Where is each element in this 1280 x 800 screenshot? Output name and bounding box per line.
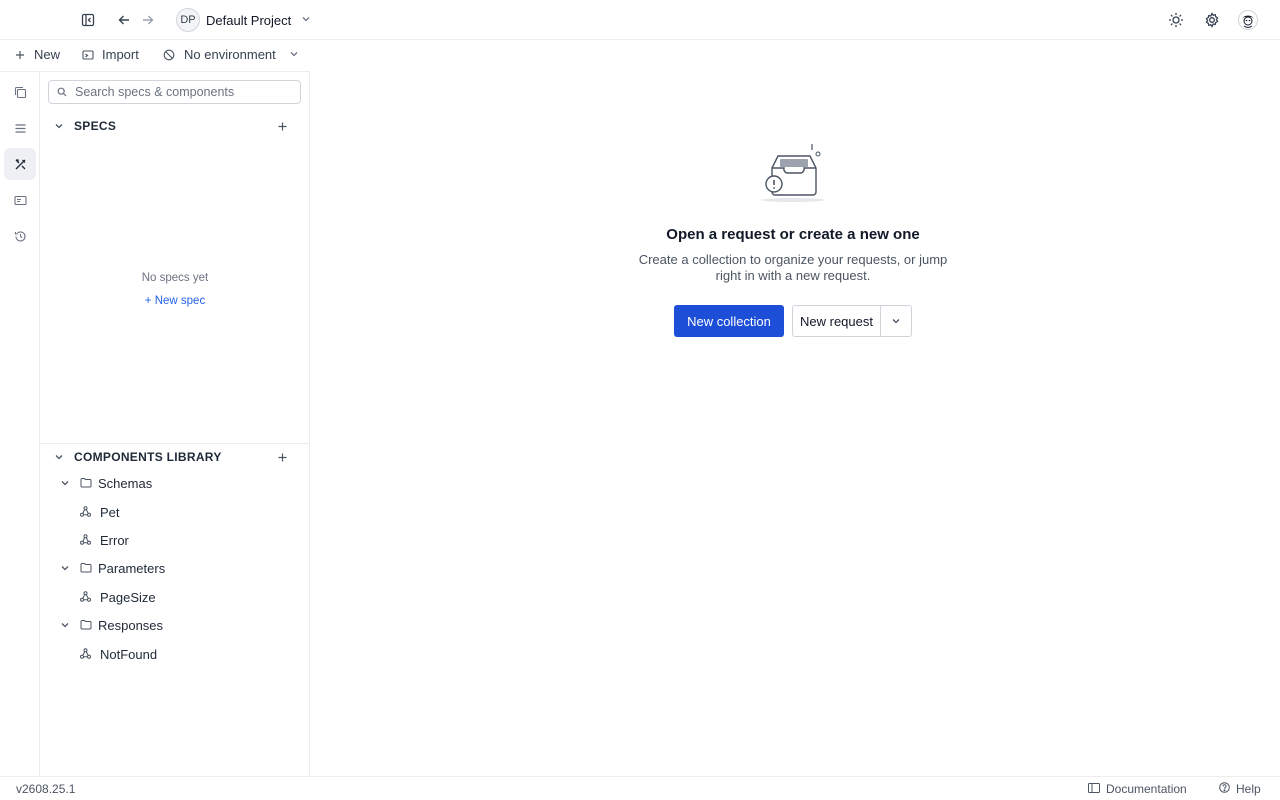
project-avatar: DP (176, 8, 200, 32)
folder-schemas[interactable]: Schemas (40, 470, 310, 496)
folder-label: Responses (98, 617, 164, 633)
environment-label: No environment (184, 47, 276, 62)
help-icon (1219, 782, 1230, 796)
top-bar: DP Default Project (0, 0, 1280, 40)
project-name: Default Project (206, 12, 292, 28)
search-icon (57, 85, 67, 100)
import-icon (82, 49, 94, 61)
settings-gear-icon[interactable] (1202, 10, 1222, 30)
schema-node-icon (80, 533, 91, 548)
project-switcher[interactable]: DP Default Project (176, 7, 311, 33)
help-label: Help (1236, 782, 1261, 796)
add-spec-plus-icon[interactable] (278, 118, 287, 134)
documentation-link[interactable]: Documentation (1088, 782, 1187, 796)
book-icon (1088, 782, 1100, 796)
schema-node-icon (80, 647, 91, 662)
history-icon[interactable] (4, 220, 36, 252)
schema-node-icon (80, 590, 91, 605)
folder-icon (80, 618, 92, 633)
help-link[interactable]: Help (1219, 782, 1261, 796)
import-button[interactable]: Import (82, 47, 139, 62)
collections-icon[interactable] (4, 76, 36, 108)
list-icon[interactable] (4, 112, 36, 144)
component-item[interactable]: PageSize (40, 584, 310, 610)
sidebar-toggle-icon[interactable] (78, 10, 98, 30)
chevron-down-icon (301, 14, 311, 27)
schema-node-icon (80, 505, 91, 520)
environment-select[interactable]: No environment (163, 47, 299, 62)
no-specs-text: No specs yet (141, 272, 209, 284)
activity-rail (0, 72, 40, 776)
components-section-header[interactable]: COMPONENTS LIBRARY (40, 443, 310, 471)
main-empty-state: Open a request or create a new one Creat… (310, 40, 1280, 776)
component-item[interactable]: Pet (40, 499, 310, 525)
folder-icon (80, 561, 92, 576)
new-button[interactable]: New (14, 47, 60, 62)
plus-icon (14, 50, 26, 60)
chevron-down-icon[interactable] (60, 618, 70, 633)
components-title: COMPONENTS LIBRARY (74, 450, 222, 464)
search-input[interactable] (75, 85, 285, 99)
new-spec-link[interactable]: + New spec (40, 295, 310, 307)
import-label: Import (102, 47, 139, 62)
new-collection-button[interactable]: New collection (674, 305, 784, 337)
folder-label: Parameters (98, 560, 166, 576)
empty-inbox-illustration-icon (760, 142, 830, 206)
search-box[interactable] (48, 80, 301, 104)
chevron-down-icon[interactable] (60, 476, 70, 491)
folder-label: Schemas (98, 475, 153, 491)
chevron-down-icon[interactable] (60, 561, 70, 576)
sidebar-toolbar: New Import No environment (0, 40, 310, 72)
add-component-plus-icon[interactable] (278, 449, 287, 465)
forward-arrow-icon[interactable] (138, 10, 158, 30)
new-request-button[interactable]: New request (793, 306, 881, 336)
component-item[interactable]: NotFound (40, 641, 310, 667)
specs-title: SPECS (74, 119, 117, 133)
component-label: Error (100, 532, 129, 548)
new-request-split-button: New request (792, 305, 912, 337)
component-label: PageSize (100, 589, 156, 605)
empty-state-title: Open a request or create a new one (666, 226, 920, 243)
folder-icon (80, 476, 92, 491)
folder-parameters[interactable]: Parameters (40, 555, 310, 581)
documentation-label: Documentation (1106, 782, 1187, 796)
chevron-down-icon[interactable] (54, 450, 64, 465)
new-label: New (34, 47, 61, 62)
chevron-down-icon[interactable] (54, 119, 64, 134)
environments-icon[interactable] (4, 184, 36, 216)
chevron-down-icon[interactable] (881, 306, 911, 336)
chevron-down-icon (289, 47, 299, 62)
specs-panel: SPECS No specs yet + New spec COMPONENTS… (40, 72, 310, 776)
folder-responses[interactable]: Responses (40, 612, 310, 638)
empty-state-subtitle: Create a collection to organize your req… (638, 252, 948, 283)
app-version: v2608.25.1 (16, 782, 76, 796)
back-arrow-icon[interactable] (114, 10, 134, 30)
user-avatar-icon[interactable] (1237, 9, 1259, 31)
component-item[interactable]: Error (40, 527, 310, 553)
status-bar: v2608.25.1 Documentation Help (0, 776, 1280, 800)
specs-section-header[interactable]: SPECS (40, 112, 310, 140)
theme-sun-icon[interactable] (1166, 10, 1186, 30)
component-label: Pet (100, 504, 120, 520)
component-label: NotFound (100, 646, 158, 662)
no-environment-icon (163, 49, 175, 61)
spec-designer-tools-icon[interactable] (4, 148, 36, 180)
